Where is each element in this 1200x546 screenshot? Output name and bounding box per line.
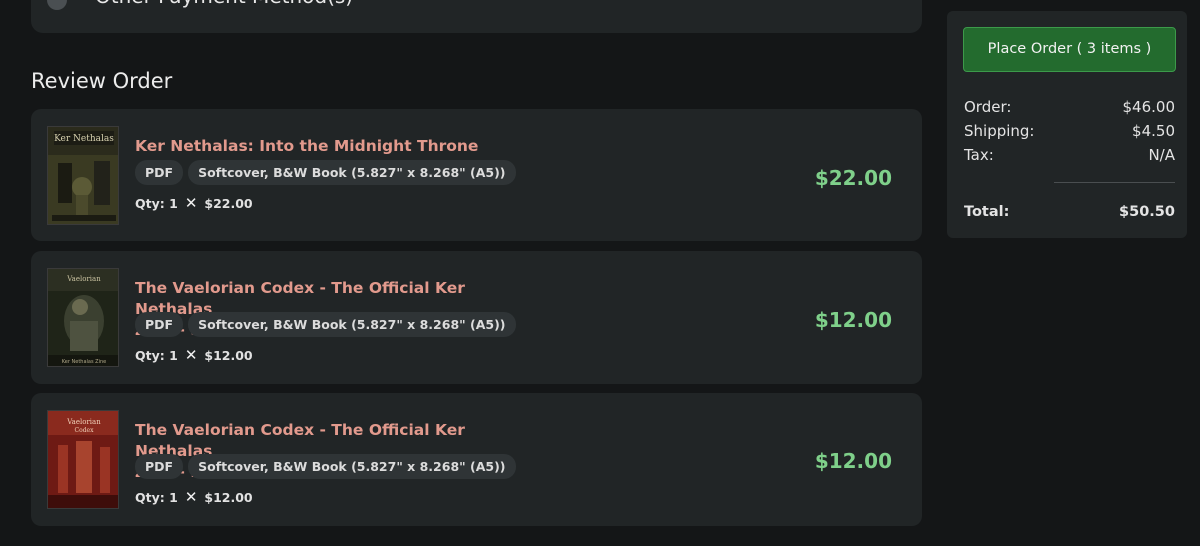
product-format-tags: PDF Softcover, B&W Book (5.827" x 8.268"… xyxy=(135,454,516,479)
product-cover-image[interactable]: Ker Nethalas xyxy=(47,126,119,225)
summary-shipping-value: $4.50 xyxy=(1132,122,1175,140)
payment-method-label: Other Payment Method(s) xyxy=(95,0,353,8)
order-item: Vaelorian Codex The Vaelorian Codex - Th… xyxy=(31,393,922,526)
unit-price: $12.00 xyxy=(204,348,253,363)
product-format-tags: PDF Softcover, B&W Book (5.827" x 8.268"… xyxy=(135,312,516,337)
summary-total-value: $50.50 xyxy=(1119,204,1175,220)
summary-total-label: Total: xyxy=(964,204,1010,220)
format-tag-pdf: PDF xyxy=(135,312,184,337)
format-tag-softcover: Softcover, B&W Book (5.827" x 8.268" (A5… xyxy=(188,312,516,337)
format-tag-softcover: Softcover, B&W Book (5.827" x 8.268" (A5… xyxy=(188,160,516,185)
unit-price: $22.00 xyxy=(204,196,253,211)
checkout-page: Other Payment Method(s) Review Order Ker… xyxy=(0,0,1200,546)
svg-text:Ker Nethalas Zine: Ker Nethalas Zine xyxy=(62,359,106,365)
payment-radio-button[interactable] xyxy=(47,0,67,10)
quantity-line: Qty: 1 ✕ $12.00 xyxy=(135,490,253,506)
place-order-button[interactable]: Place Order ( 3 items ) xyxy=(963,27,1176,72)
payment-method-option[interactable]: Other Payment Method(s) xyxy=(31,0,922,33)
svg-text:Vaelorian: Vaelorian xyxy=(66,275,101,283)
close-icon[interactable]: ✕ xyxy=(185,348,198,363)
order-item: Ker Nethalas Ker Nethalas: Into the Midn… xyxy=(31,109,922,241)
summary-order-row: Order: $46.00 xyxy=(964,98,1175,116)
close-icon[interactable]: ✕ xyxy=(185,196,198,211)
product-cover-image[interactable]: Vaelorian Ker Nethalas Zine xyxy=(47,268,119,367)
line-price: $12.00 xyxy=(814,308,892,332)
product-cover-image[interactable]: Vaelorian Codex xyxy=(47,410,119,509)
summary-order-label: Order: xyxy=(964,98,1012,116)
close-icon[interactable]: ✕ xyxy=(185,490,198,505)
quantity-label: Qty: 1 xyxy=(135,348,178,363)
review-order-heading: Review Order xyxy=(31,69,173,93)
product-title-line: Ker Nethalas: Into the Midnight Throne xyxy=(135,137,479,155)
svg-text:Codex: Codex xyxy=(75,427,95,434)
summary-tax-label: Tax: xyxy=(964,146,994,164)
format-tag-softcover: Softcover, B&W Book (5.827" x 8.268" (A5… xyxy=(188,454,516,479)
quantity-line: Qty: 1 ✕ $12.00 xyxy=(135,348,253,364)
quantity-line: Qty: 1 ✕ $22.00 xyxy=(135,196,253,212)
summary-divider xyxy=(1054,182,1175,183)
product-format-tags: PDF Softcover, B&W Book (5.827" x 8.268"… xyxy=(135,160,516,185)
order-item: Vaelorian Ker Nethalas Zine The Vaeloria… xyxy=(31,251,922,384)
svg-text:Vaelorian: Vaelorian xyxy=(66,418,101,426)
product-title-link[interactable]: Ker Nethalas: Into the Midnight Throne xyxy=(135,136,535,157)
quantity-label: Qty: 1 xyxy=(135,490,178,505)
svg-text:Ker Nethalas: Ker Nethalas xyxy=(54,134,114,144)
quantity-label: Qty: 1 xyxy=(135,196,178,211)
summary-tax-value: N/A xyxy=(1148,146,1175,164)
format-tag-pdf: PDF xyxy=(135,454,184,479)
summary-total-row: Total: $50.50 xyxy=(964,204,1175,220)
summary-shipping-row: Shipping: $4.50 xyxy=(964,122,1175,140)
summary-order-value: $46.00 xyxy=(1122,98,1176,116)
unit-price: $12.00 xyxy=(204,490,253,505)
line-price: $12.00 xyxy=(814,449,892,473)
format-tag-pdf: PDF xyxy=(135,160,184,185)
line-price: $22.00 xyxy=(814,166,892,190)
order-summary-panel: Place Order ( 3 items ) Order: $46.00 Sh… xyxy=(947,11,1187,238)
summary-shipping-label: Shipping: xyxy=(964,122,1035,140)
summary-tax-row: Tax: N/A xyxy=(964,146,1175,164)
